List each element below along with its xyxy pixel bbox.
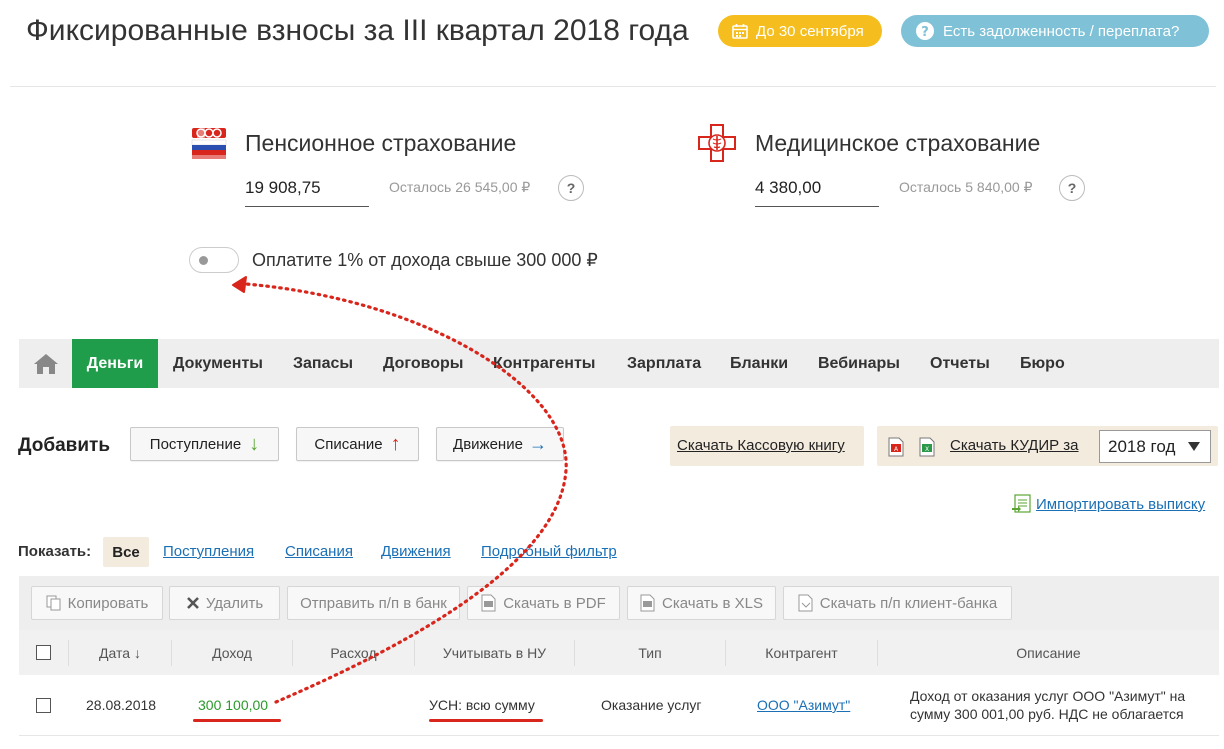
medical-remaining: Осталось 5 840,00 ₽ xyxy=(899,179,1033,195)
income-underline-annotation xyxy=(193,719,281,722)
pdf-icon xyxy=(481,594,497,612)
col-description[interactable]: Описание xyxy=(878,630,1219,675)
nav-item-stock[interactable]: Запасы xyxy=(293,339,353,388)
main-nav: Деньги Документы Запасы Договоры Контраг… xyxy=(19,339,1219,388)
add-label: Добавить xyxy=(18,435,111,456)
one-percent-label: Оплатите 1% от дохода свыше 300 000 ₽ xyxy=(252,250,598,270)
import-statement-link[interactable]: Импортировать выписку xyxy=(1036,496,1205,513)
delete-label: Удалить xyxy=(205,594,264,612)
filter-movements[interactable]: Движения xyxy=(381,543,451,560)
download-client-bank-label: Скачать п/п клиент-банка xyxy=(819,594,998,612)
download-client-bank-button[interactable]: Скачать п/п клиент-банка xyxy=(783,586,1012,620)
select-all-checkbox[interactable] xyxy=(36,645,51,660)
close-icon xyxy=(186,596,200,610)
medical-cross-icon xyxy=(697,123,737,168)
add-movement-label: Движение xyxy=(453,435,523,453)
nav-item-salary[interactable]: Зарплата xyxy=(627,339,701,388)
send-to-bank-label: Отправить п/п в банк xyxy=(300,594,447,612)
col-tax[interactable]: Учитывать в НУ xyxy=(415,630,574,675)
row-description-line1: Доход от оказания услуг ООО "Азимут" на xyxy=(910,688,1186,704)
chevron-down-icon xyxy=(1188,442,1200,451)
table-toolbar: Копировать Удалить Отправить п/п в банк … xyxy=(19,576,1219,630)
xls-file-icon[interactable]: X xyxy=(918,437,936,462)
row-income: 300 100,00 xyxy=(198,697,269,713)
table-header: Дата ↓ Доход Расход Учитывать в НУ Тип К… xyxy=(19,630,1219,675)
row-checkbox[interactable] xyxy=(36,698,51,713)
add-income-label: Поступление xyxy=(149,435,242,453)
add-expense-label: Списание xyxy=(314,435,383,453)
table-row[interactable]: 28.08.2018 300 100,00 УСН: всю сумму Ока… xyxy=(19,676,1219,735)
arrow-right-icon: → xyxy=(528,433,547,454)
kudir-year-value: 2018 год xyxy=(1108,436,1176,456)
import-statement-icon[interactable] xyxy=(1012,494,1032,519)
download-pdf-label: Скачать в PDF xyxy=(503,594,606,612)
filter-detailed[interactable]: Подробный фильтр xyxy=(481,543,617,560)
copy-label: Копировать xyxy=(67,594,149,612)
arrow-down-icon: ↓ xyxy=(249,432,260,455)
pension-remaining: Осталось 26 545,00 ₽ xyxy=(389,179,531,195)
row-divider xyxy=(19,735,1219,736)
row-description-line2: сумму 300 001,00 руб. НДС не облагается xyxy=(910,706,1184,722)
svg-text:X: X xyxy=(925,446,929,453)
toggle-knob xyxy=(199,256,208,265)
page-title: Фиксированные взносы за III квартал 2018… xyxy=(26,14,689,47)
col-expense[interactable]: Расход xyxy=(293,630,414,675)
add-expense-button[interactable]: Списание ↑ xyxy=(296,427,419,461)
download-pdf-button[interactable]: Скачать в PDF xyxy=(467,586,620,620)
pension-help-icon[interactable]: ? xyxy=(558,175,584,201)
filter-expenses[interactable]: Списания xyxy=(285,543,353,560)
calendar-icon xyxy=(732,23,748,39)
question-circle-icon: ? xyxy=(915,21,935,41)
download-xls-button[interactable]: Скачать в XLS xyxy=(627,586,776,620)
col-counterparty[interactable]: Контрагент xyxy=(726,630,877,675)
copy-icon xyxy=(46,595,62,611)
download-cashbook-link[interactable]: Скачать Кассовую книгу xyxy=(677,437,845,454)
row-counterparty-link[interactable]: ООО "Азимут" xyxy=(757,697,850,713)
filter-all[interactable]: Все xyxy=(103,537,149,567)
medical-amount-input[interactable]: 4 380,00 xyxy=(755,178,879,207)
pfr-logo-icon xyxy=(189,124,229,169)
pdf-file-icon[interactable]: A xyxy=(887,437,905,462)
add-movement-button[interactable]: Движение → xyxy=(436,427,564,461)
col-date[interactable]: Дата ↓ xyxy=(69,630,171,675)
row-tax: УСН: всю сумму xyxy=(429,697,535,713)
debt-label: Есть задолженность / переплата? xyxy=(943,22,1180,40)
copy-button[interactable]: Копировать xyxy=(31,586,163,620)
kudir-year-select[interactable]: 2018 год xyxy=(1099,430,1211,463)
nav-item-contracts[interactable]: Договоры xyxy=(383,339,463,388)
deadline-label: До 30 сентября xyxy=(756,22,864,40)
nav-item-webinars[interactable]: Вебинары xyxy=(818,339,900,388)
header-divider xyxy=(10,86,1216,87)
add-income-button[interactable]: Поступление ↓ xyxy=(130,427,279,461)
col-type[interactable]: Тип xyxy=(575,630,725,675)
xls-icon xyxy=(640,594,656,612)
download-kudir-link[interactable]: Скачать КУДИР за xyxy=(950,437,1079,454)
nav-item-counterparties[interactable]: Контрагенты xyxy=(493,339,595,388)
document-icon xyxy=(798,594,814,612)
row-date: 28.08.2018 xyxy=(86,697,157,713)
pension-amount-input[interactable]: 19 908,75 xyxy=(245,178,369,207)
col-income[interactable]: Доход xyxy=(172,630,292,675)
filter-incomes[interactable]: Поступления xyxy=(163,543,254,560)
delete-button[interactable]: Удалить xyxy=(169,586,280,620)
row-type: Оказание услуг xyxy=(601,697,702,713)
nav-item-reports[interactable]: Отчеты xyxy=(930,339,990,388)
download-xls-label: Скачать в XLS xyxy=(662,594,763,612)
medical-title: Медицинское страхование xyxy=(755,130,1041,156)
show-label: Показать: xyxy=(18,543,92,560)
medical-help-icon[interactable]: ? xyxy=(1059,175,1085,201)
one-percent-toggle[interactable] xyxy=(189,247,239,273)
nav-item-bureau[interactable]: Бюро xyxy=(1020,339,1065,388)
nav-item-forms[interactable]: Бланки xyxy=(730,339,788,388)
arrow-up-icon: ↑ xyxy=(390,432,401,455)
nav-item-money[interactable]: Деньги xyxy=(72,339,158,388)
nav-item-documents[interactable]: Документы xyxy=(173,339,263,388)
home-icon[interactable] xyxy=(33,339,59,388)
deadline-badge[interactable]: До 30 сентября xyxy=(718,15,882,47)
svg-text:?: ? xyxy=(921,25,929,40)
pension-title: Пенсионное страхование xyxy=(245,130,517,156)
debt-overpayment-button[interactable]: ? Есть задолженность / переплата? xyxy=(901,15,1209,47)
tax-underline-annotation xyxy=(429,719,543,722)
send-to-bank-button[interactable]: Отправить п/п в банк xyxy=(287,586,460,620)
